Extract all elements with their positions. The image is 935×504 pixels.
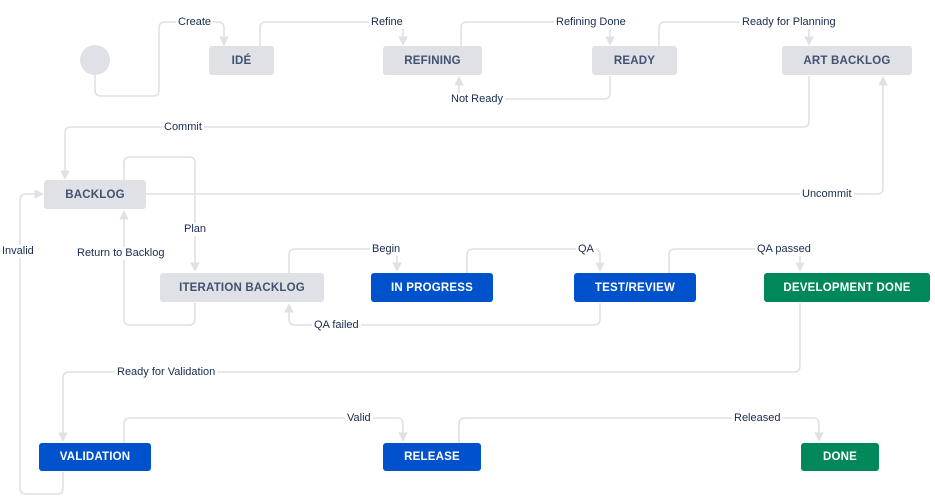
status-ready[interactable]: READY xyxy=(592,46,677,75)
connector-create xyxy=(94,21,229,97)
status-refining[interactable]: REFINING xyxy=(383,46,482,75)
status-done[interactable]: DONE xyxy=(801,443,879,471)
start-node[interactable] xyxy=(80,45,110,75)
transition-create[interactable]: Create xyxy=(176,16,214,29)
status-iteration-backlog[interactable]: ITERATION BACKLOG xyxy=(160,273,324,302)
transition-refine[interactable]: Refine xyxy=(369,16,405,29)
status-validation[interactable]: VALIDATION xyxy=(39,443,151,471)
transition-qa-passed[interactable]: QA passed xyxy=(755,243,813,256)
transition-ready-for-validation[interactable]: Ready for Validation xyxy=(115,366,218,379)
transition-ready-for-planning[interactable]: Ready for Planning xyxy=(740,16,838,29)
connector-uncommit xyxy=(146,76,888,195)
status-in-progress[interactable]: IN PROGRESS xyxy=(371,273,493,302)
status-release[interactable]: RELEASE xyxy=(383,443,481,471)
status-art-backlog[interactable]: ART BACKLOG xyxy=(782,46,912,75)
transition-released[interactable]: Released xyxy=(732,412,783,425)
status-ide[interactable]: IDÉ xyxy=(209,46,274,75)
transition-uncommit[interactable]: Uncommit xyxy=(800,188,854,201)
status-test-review[interactable]: TEST/REVIEW xyxy=(574,273,696,302)
transition-qa[interactable]: QA xyxy=(576,243,596,256)
transition-not-ready[interactable]: Not Ready xyxy=(449,93,505,106)
transition-qa-failed[interactable]: QA failed xyxy=(312,319,361,332)
transition-return-to-backlog[interactable]: Return to Backlog xyxy=(75,247,167,260)
status-backlog[interactable]: BACKLOG xyxy=(44,180,146,209)
transition-plan[interactable]: Plan xyxy=(182,223,209,236)
status-development-done[interactable]: DEVELOPMENT DONE xyxy=(764,273,930,302)
transition-refining-done[interactable]: Refining Done xyxy=(554,16,628,29)
transition-commit[interactable]: Commit xyxy=(162,121,204,134)
transition-valid[interactable]: Valid xyxy=(345,412,373,425)
transition-begin[interactable]: Begin xyxy=(370,243,403,256)
transition-invalid[interactable]: Invalid xyxy=(0,245,36,258)
